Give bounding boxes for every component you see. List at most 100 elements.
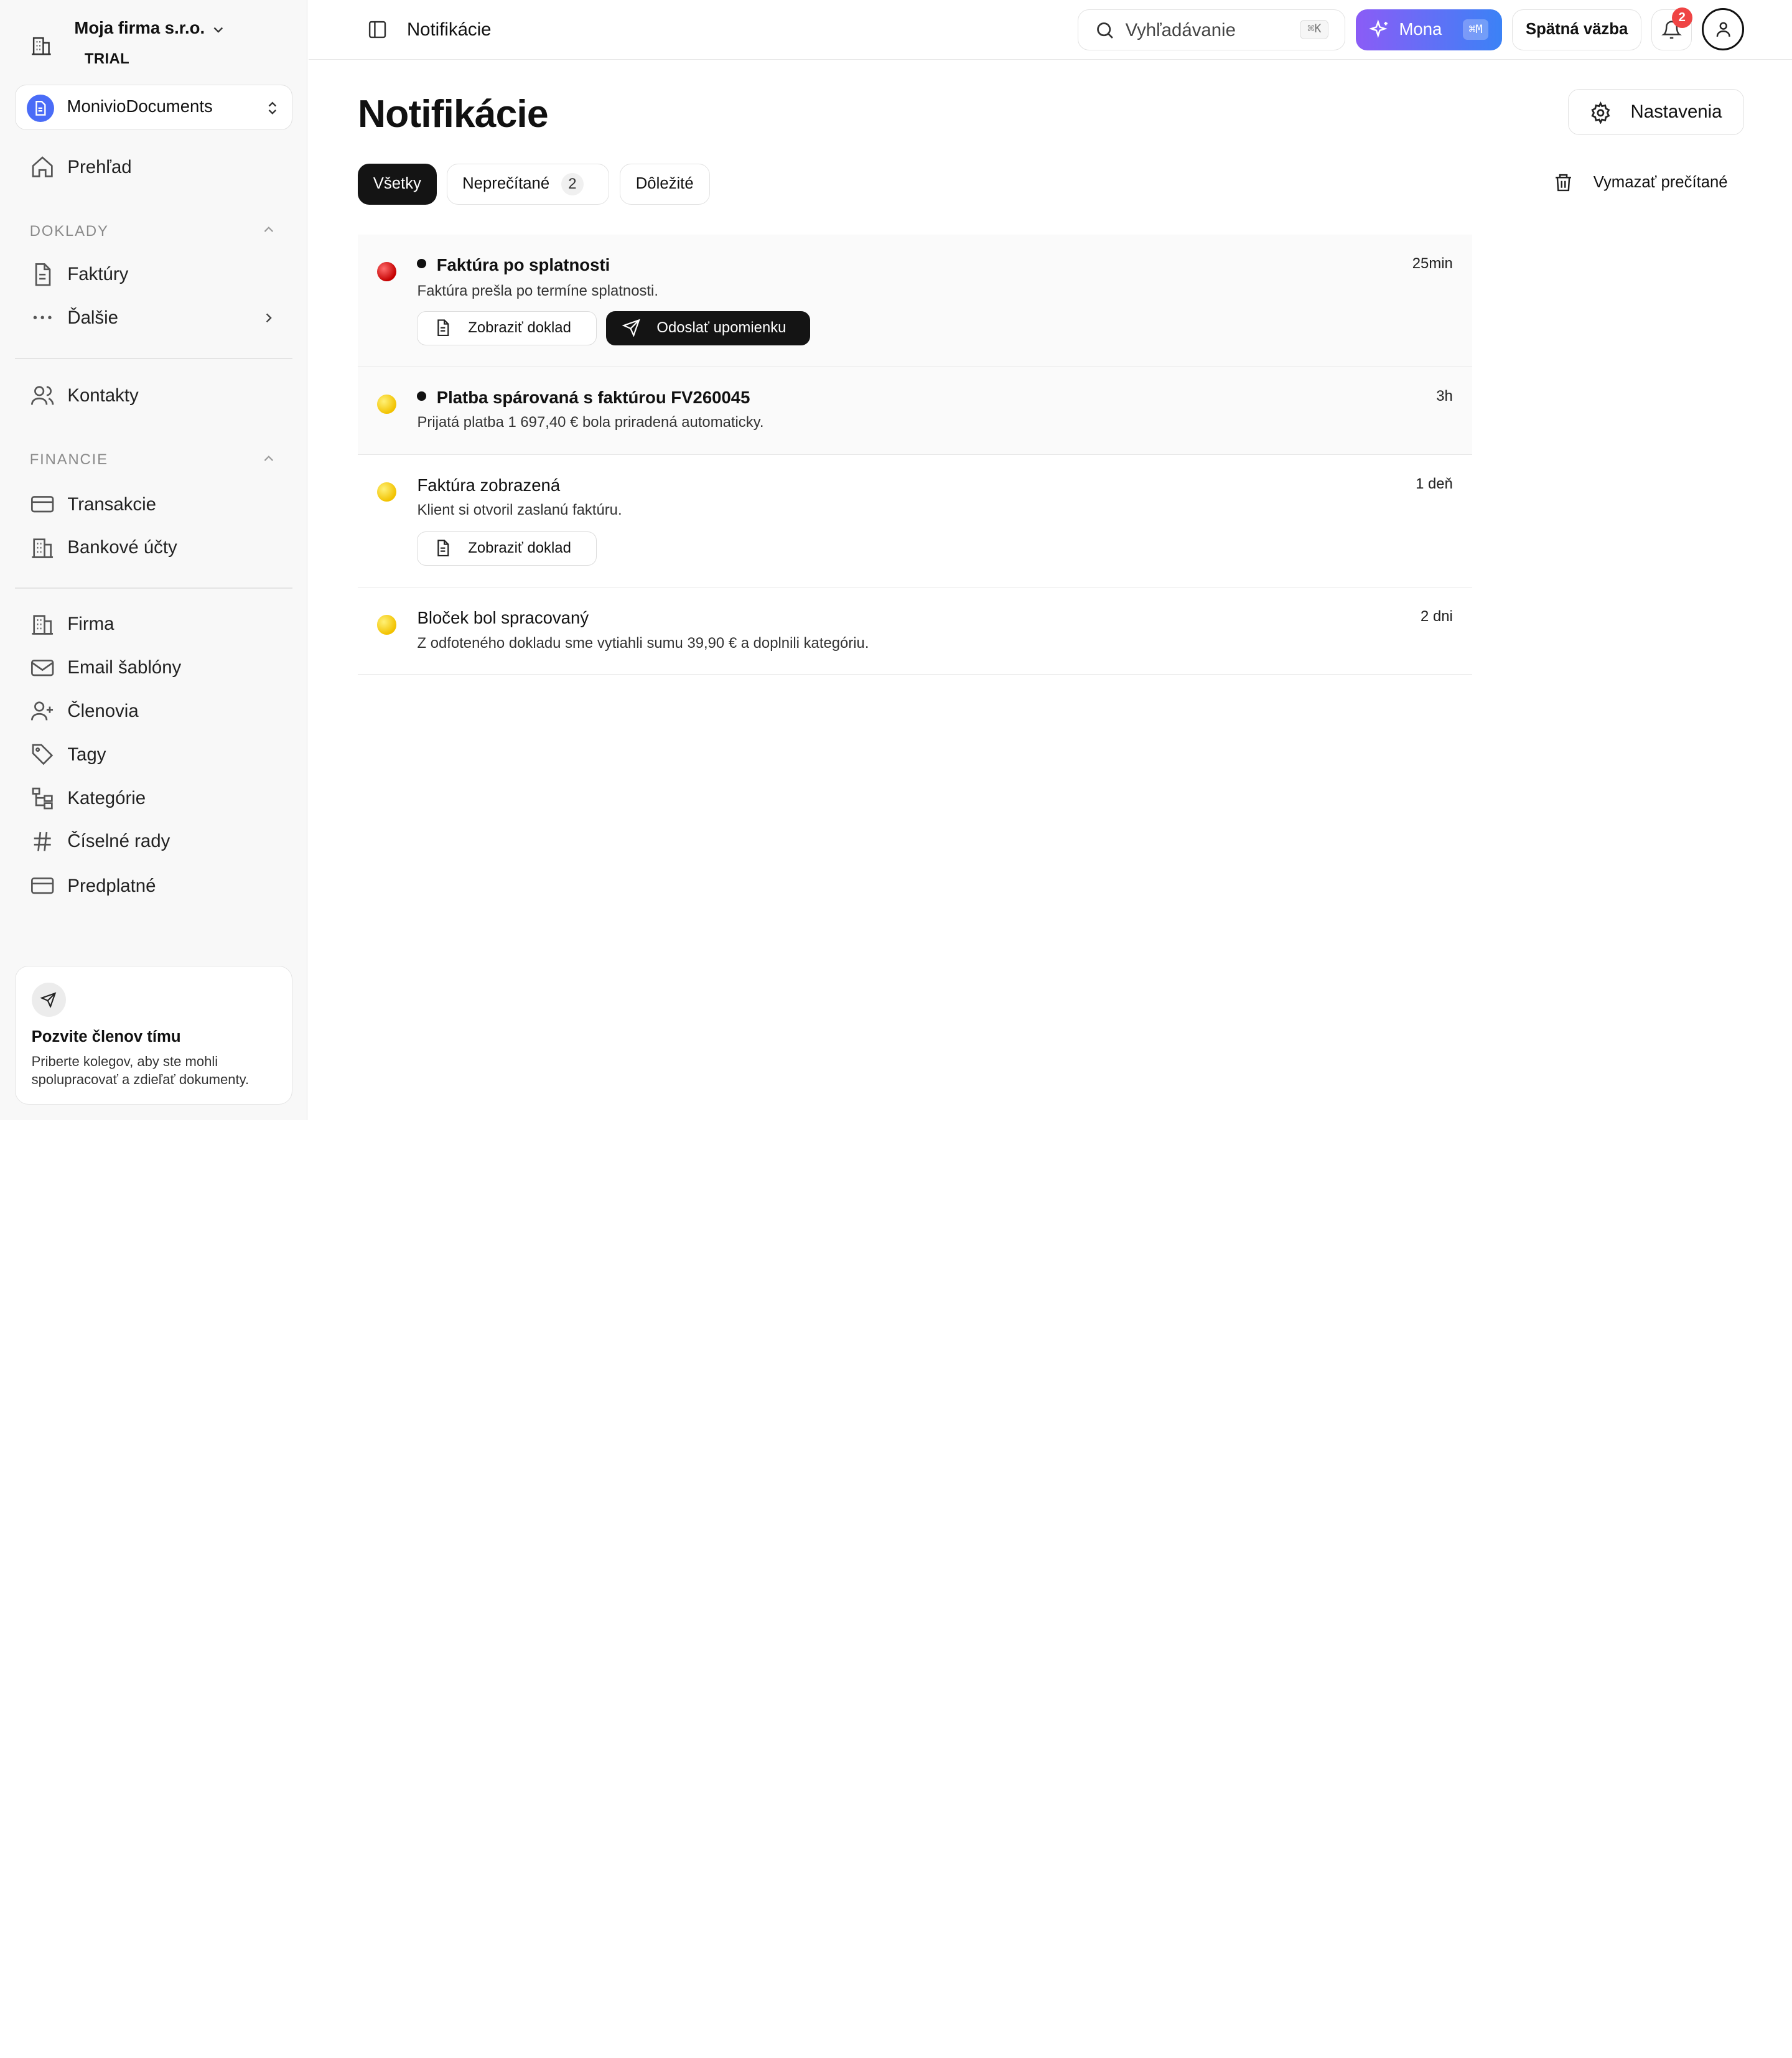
notification-subtitle: Faktúra prešla po termíne splatnosti. <box>417 282 658 299</box>
main-content: Notifikácie Vyhľadávanie ⌘K Mona ⌘M Spät… <box>308 0 1792 1121</box>
company-switcher[interactable]: Moja firma s.r.o. TRIAL <box>30 16 281 71</box>
sidebar-toggle-icon[interactable] <box>367 19 388 40</box>
tab-important[interactable]: Dôležité <box>619 163 710 205</box>
folder-tree-icon <box>32 787 53 810</box>
user-icon <box>1716 22 1730 37</box>
chevron-up-icon <box>264 227 273 233</box>
notification-item[interactable]: Faktúra po splatnosti Faktúra prešla po … <box>357 234 1473 367</box>
notification-subtitle: Z odfoteného dokladu sme vytiahli sumu 3… <box>417 634 869 652</box>
sidebar-item-label: Firma <box>67 614 114 635</box>
view-document-button[interactable]: Zobraziť doklad <box>417 311 597 345</box>
tag-icon <box>32 744 54 765</box>
status-dot-red <box>377 261 397 281</box>
button-label: Zobraziť doklad <box>468 540 571 557</box>
notifications-button[interactable]: 2 <box>1651 7 1692 50</box>
sidebar-item-label: Transakcie <box>67 493 156 515</box>
sidebar-item-label: Predplatné <box>67 876 156 897</box>
app-switcher-label: MonivioDocuments <box>67 96 213 116</box>
building-icon <box>32 538 53 558</box>
user-avatar[interactable] <box>1702 7 1745 50</box>
search-icon <box>1097 22 1113 39</box>
notification-time: 3h <box>1436 387 1453 405</box>
settings-button[interactable]: Nastavenia <box>1568 89 1745 135</box>
button-label: Zobraziť doklad <box>468 319 571 336</box>
credit-card-icon <box>30 877 54 894</box>
notification-title: Faktúra po splatnosti <box>417 255 610 275</box>
sidebar: Moja firma s.r.o. TRIAL MonivioDocuments… <box>0 0 308 1121</box>
sidebar-item-label: Členovia <box>67 701 139 722</box>
tab-unread[interactable]: Neprečítané 2 <box>447 163 610 205</box>
sidebar-item-subscription[interactable]: Predplatné <box>30 869 284 903</box>
sidebar-item-transactions[interactable]: Transakcie <box>30 487 284 522</box>
building-icon <box>32 615 53 635</box>
top-bar: Notifikácie Vyhľadávanie ⌘K Mona ⌘M Spät… <box>308 0 1792 60</box>
status-dot-yellow <box>377 394 397 414</box>
sidebar-item-label: Číselné rady <box>67 831 170 852</box>
view-document-button[interactable]: Zobraziť doklad <box>417 531 597 566</box>
sidebar-item-more[interactable]: Ďalšie <box>30 301 284 335</box>
tab-label: Dôležité <box>635 174 694 192</box>
search-placeholder: Vyhľadávanie <box>1125 20 1236 41</box>
sidebar-item-label: Bankové účty <box>67 537 177 558</box>
sidebar-item-members[interactable]: Členovia <box>30 694 284 728</box>
document-app-icon <box>27 94 55 122</box>
tab-all[interactable]: Všetky <box>357 163 437 205</box>
section-header-financie[interactable]: FINANCIE <box>30 448 279 471</box>
notification-item[interactable]: Bloček bol spracovaný Z odfoteného dokla… <box>357 587 1473 675</box>
chevron-right-icon <box>266 313 272 322</box>
mona-ai-button[interactable]: Mona ⌘M <box>1355 9 1502 50</box>
section-title: DOKLADY <box>29 222 109 240</box>
unread-indicator <box>417 391 427 401</box>
sidebar-divider <box>14 357 293 359</box>
notification-subtitle: Klient si otvoril zaslanú faktúru. <box>417 502 622 519</box>
sparkles-icon <box>1369 19 1388 39</box>
section-title: FINANCIE <box>29 451 108 469</box>
search-shortcut: ⌘K <box>1300 20 1329 40</box>
notification-title: Faktúra zobrazená <box>417 475 561 495</box>
feedback-button[interactable]: Spätná väzba <box>1512 9 1641 50</box>
plan-badge: TRIAL <box>84 50 130 67</box>
sidebar-item-tags[interactable]: Tagy <box>30 737 284 772</box>
breadcrumb: Notifikácie <box>406 19 492 40</box>
sidebar-item-categories[interactable]: Kategórie <box>30 781 284 815</box>
settings-label: Nastavenia <box>1630 101 1722 122</box>
sidebar-item-overview[interactable]: Prehľad <box>30 150 284 184</box>
company-name: Moja firma s.r.o. <box>74 18 205 38</box>
invite-title: Pozvite členov tímu <box>31 1028 181 1046</box>
invite-card[interactable]: Pozvite členov tímu Priberte kolegov, ab… <box>14 966 293 1105</box>
file-text-icon <box>437 319 449 336</box>
button-label: Odoslať upomienku <box>656 319 786 336</box>
sidebar-item-contacts[interactable]: Kontakty <box>30 378 284 413</box>
hash-icon <box>34 831 51 851</box>
app-root: Moja firma s.r.o. TRIAL MonivioDocuments… <box>0 0 1792 1121</box>
mona-label: Mona <box>1399 19 1442 39</box>
ellipsis-icon <box>33 316 52 320</box>
chevron-updown-icon <box>268 101 277 115</box>
notification-item[interactable]: Platba spárovaná s faktúrou FV260045 Pri… <box>357 367 1473 456</box>
unread-count: 2 <box>561 172 584 196</box>
tab-label: Všetky <box>373 174 421 192</box>
sidebar-item-number-series[interactable]: Číselné rady <box>30 824 284 858</box>
sidebar-item-firm[interactable]: Firma <box>30 607 284 641</box>
mona-shortcut: ⌘M <box>1463 19 1488 40</box>
sidebar-item-label: Kontakty <box>67 385 139 406</box>
notification-item[interactable]: Faktúra zobrazená Klient si otvoril zasl… <box>357 455 1473 588</box>
file-text-icon <box>437 540 449 557</box>
sidebar-item-email-templates[interactable]: Email šablóny <box>30 650 284 685</box>
page-title: Notifikácie <box>357 91 549 136</box>
app-switcher[interactable]: MonivioDocuments <box>14 84 293 131</box>
search-input[interactable]: Vyhľadávanie ⌘K <box>1078 9 1346 50</box>
user-plus-icon <box>30 701 53 721</box>
send-reminder-button[interactable]: Odoslať upomienku <box>605 311 811 345</box>
notification-count-badge: 2 <box>1671 7 1692 29</box>
file-text-icon <box>35 263 51 286</box>
home-icon <box>32 156 53 177</box>
chevron-up-icon <box>264 455 273 461</box>
sidebar-item-invoices[interactable]: Faktúry <box>30 257 284 291</box>
sidebar-divider <box>14 587 293 589</box>
clear-read-label: Vymazať prečítané <box>1593 174 1728 192</box>
sidebar-item-label: Faktúry <box>67 264 129 285</box>
section-header-doklady[interactable]: DOKLADY <box>30 220 279 243</box>
send-icon <box>622 319 641 337</box>
sidebar-item-bank-accounts[interactable]: Bankové účty <box>30 530 284 564</box>
